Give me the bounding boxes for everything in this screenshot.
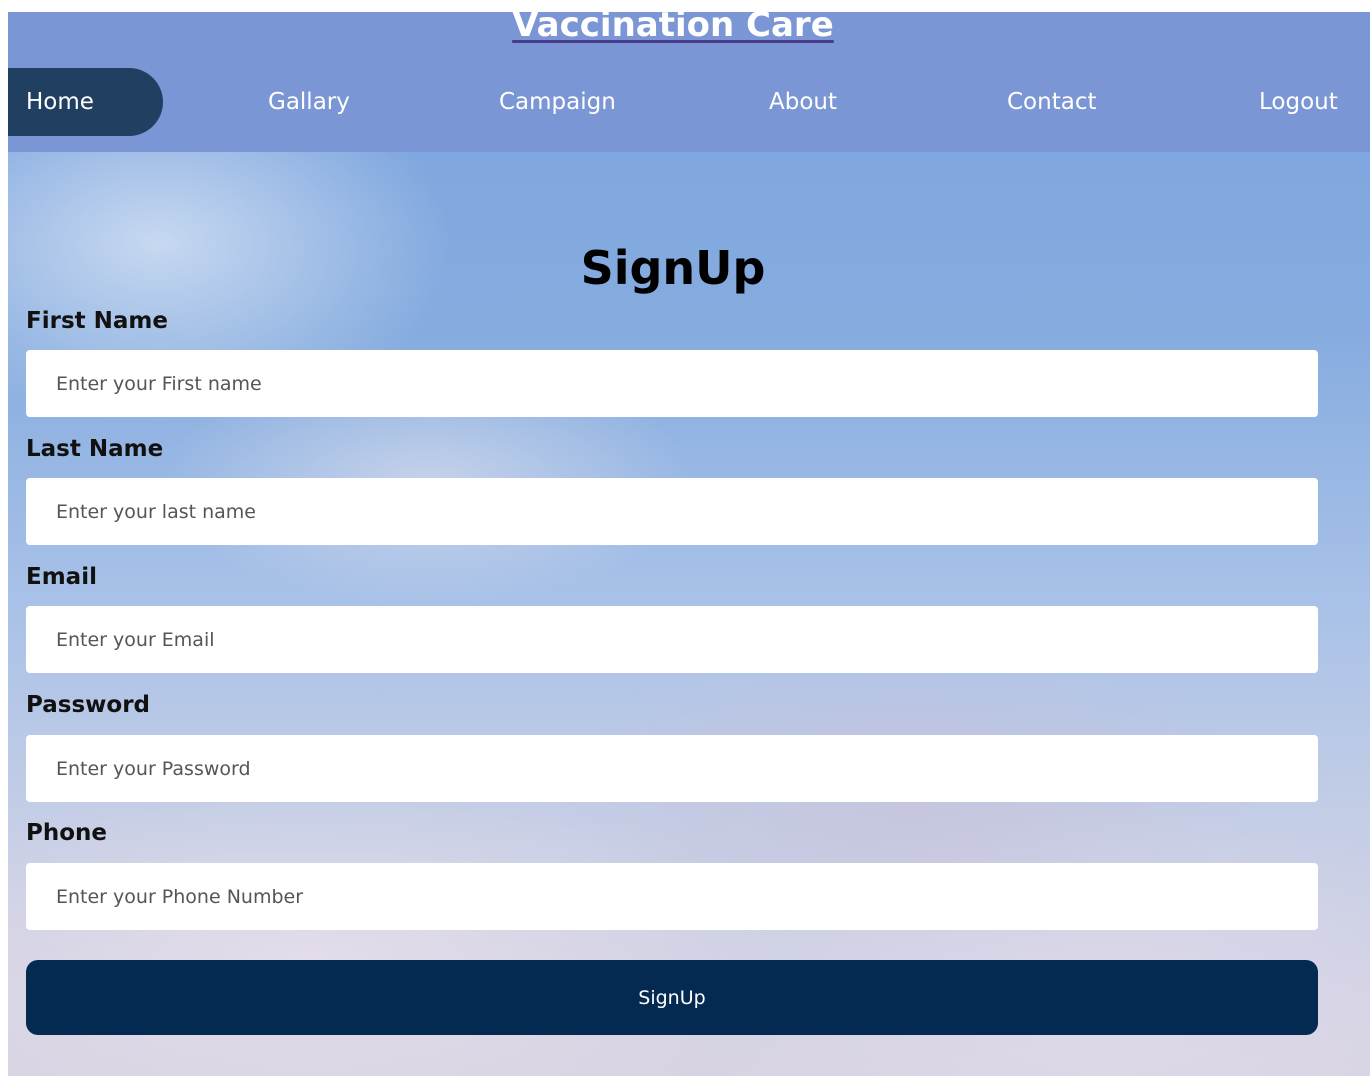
password-label: Password (26, 692, 150, 718)
page-background: Vaccination Care Home Gallary Campaign A… (8, 12, 1370, 1076)
phone-label: Phone (26, 820, 108, 846)
nav-item-campaign[interactable]: Campaign (499, 68, 616, 136)
page-title: SignUp (580, 241, 766, 295)
first-name-label: First Name (26, 308, 168, 334)
first-name-input[interactable] (26, 350, 1318, 417)
nav-item-gallary[interactable]: Gallary (268, 68, 350, 136)
last-name-label: Last Name (26, 436, 164, 462)
site-title-link[interactable]: Vaccination Care (8, 12, 1338, 50)
nav-item-about[interactable]: About (769, 68, 837, 136)
nav-item-home[interactable]: Home (8, 68, 163, 136)
main-nav: Home Gallary Campaign About Contact Logo… (8, 68, 1370, 136)
password-input[interactable] (26, 735, 1318, 802)
last-name-input[interactable] (26, 478, 1318, 545)
nav-item-contact[interactable]: Contact (1007, 68, 1096, 136)
site-header: Vaccination Care Home Gallary Campaign A… (8, 12, 1370, 152)
nav-item-logout[interactable]: Logout (1259, 68, 1338, 136)
signup-button[interactable]: SignUp (26, 960, 1318, 1035)
email-label: Email (26, 564, 97, 590)
phone-input[interactable] (26, 863, 1318, 930)
email-input[interactable] (26, 606, 1318, 673)
